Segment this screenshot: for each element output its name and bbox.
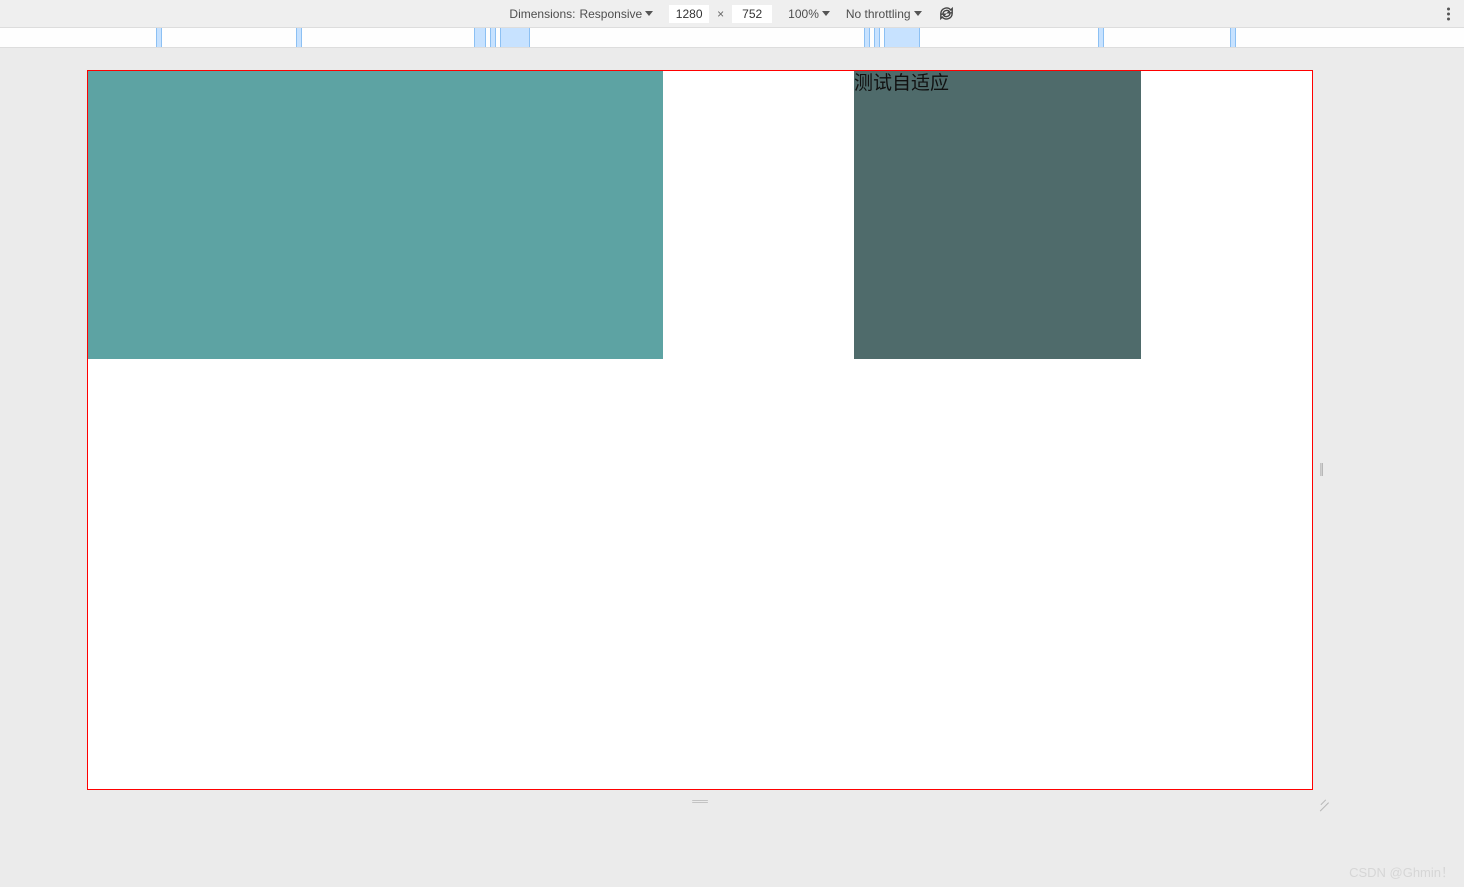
media-query-bar[interactable] (1098, 28, 1104, 48)
viewport-stage: 测试自适应 || ══ (0, 48, 1464, 887)
rotate-icon (938, 5, 955, 22)
throttling-select[interactable]: No throttling (846, 7, 922, 21)
kebab-dot (1447, 12, 1450, 15)
zoom-select[interactable]: 100% (788, 7, 830, 21)
kebab-dot (1447, 17, 1450, 20)
teal-box (88, 71, 663, 359)
device-toolbar: Dimensions: Responsive × 100% No throttl… (0, 0, 1464, 28)
throttling-value: No throttling (846, 7, 911, 21)
media-query-bar[interactable] (864, 28, 870, 48)
responsive-viewport: 测试自适应 (87, 70, 1313, 790)
media-query-bar[interactable] (296, 28, 302, 48)
device-select[interactable]: Responsive (579, 7, 653, 21)
media-query-bar[interactable] (884, 28, 920, 48)
media-query-bar[interactable] (156, 28, 162, 48)
dimensions-label: Dimensions: (509, 7, 575, 21)
zoom-value: 100% (788, 7, 819, 21)
media-query-bar[interactable] (1230, 28, 1236, 48)
media-query-bar[interactable] (874, 28, 880, 48)
caret-down-icon (822, 11, 830, 16)
dark-box: 测试自适应 (854, 71, 1141, 359)
dark-box-text: 测试自适应 (854, 73, 949, 94)
caret-down-icon (914, 11, 922, 16)
height-input[interactable] (732, 5, 772, 23)
x-separator: × (717, 7, 724, 21)
media-query-bar[interactable] (500, 28, 530, 48)
media-query-bar[interactable] (474, 28, 486, 48)
kebab-dot (1447, 7, 1450, 10)
device-name: Responsive (579, 7, 642, 21)
media-query-ruler[interactable] (0, 28, 1464, 48)
resize-handle-right[interactable]: || (1319, 460, 1322, 476)
caret-down-icon (645, 11, 653, 16)
resize-handle-corner[interactable] (1315, 792, 1329, 806)
width-input[interactable] (669, 5, 709, 23)
media-query-bar[interactable] (490, 28, 496, 48)
resize-handle-bottom[interactable]: ══ (692, 796, 708, 808)
rotate-button[interactable] (938, 5, 955, 22)
more-options-button[interactable] (1443, 3, 1454, 24)
